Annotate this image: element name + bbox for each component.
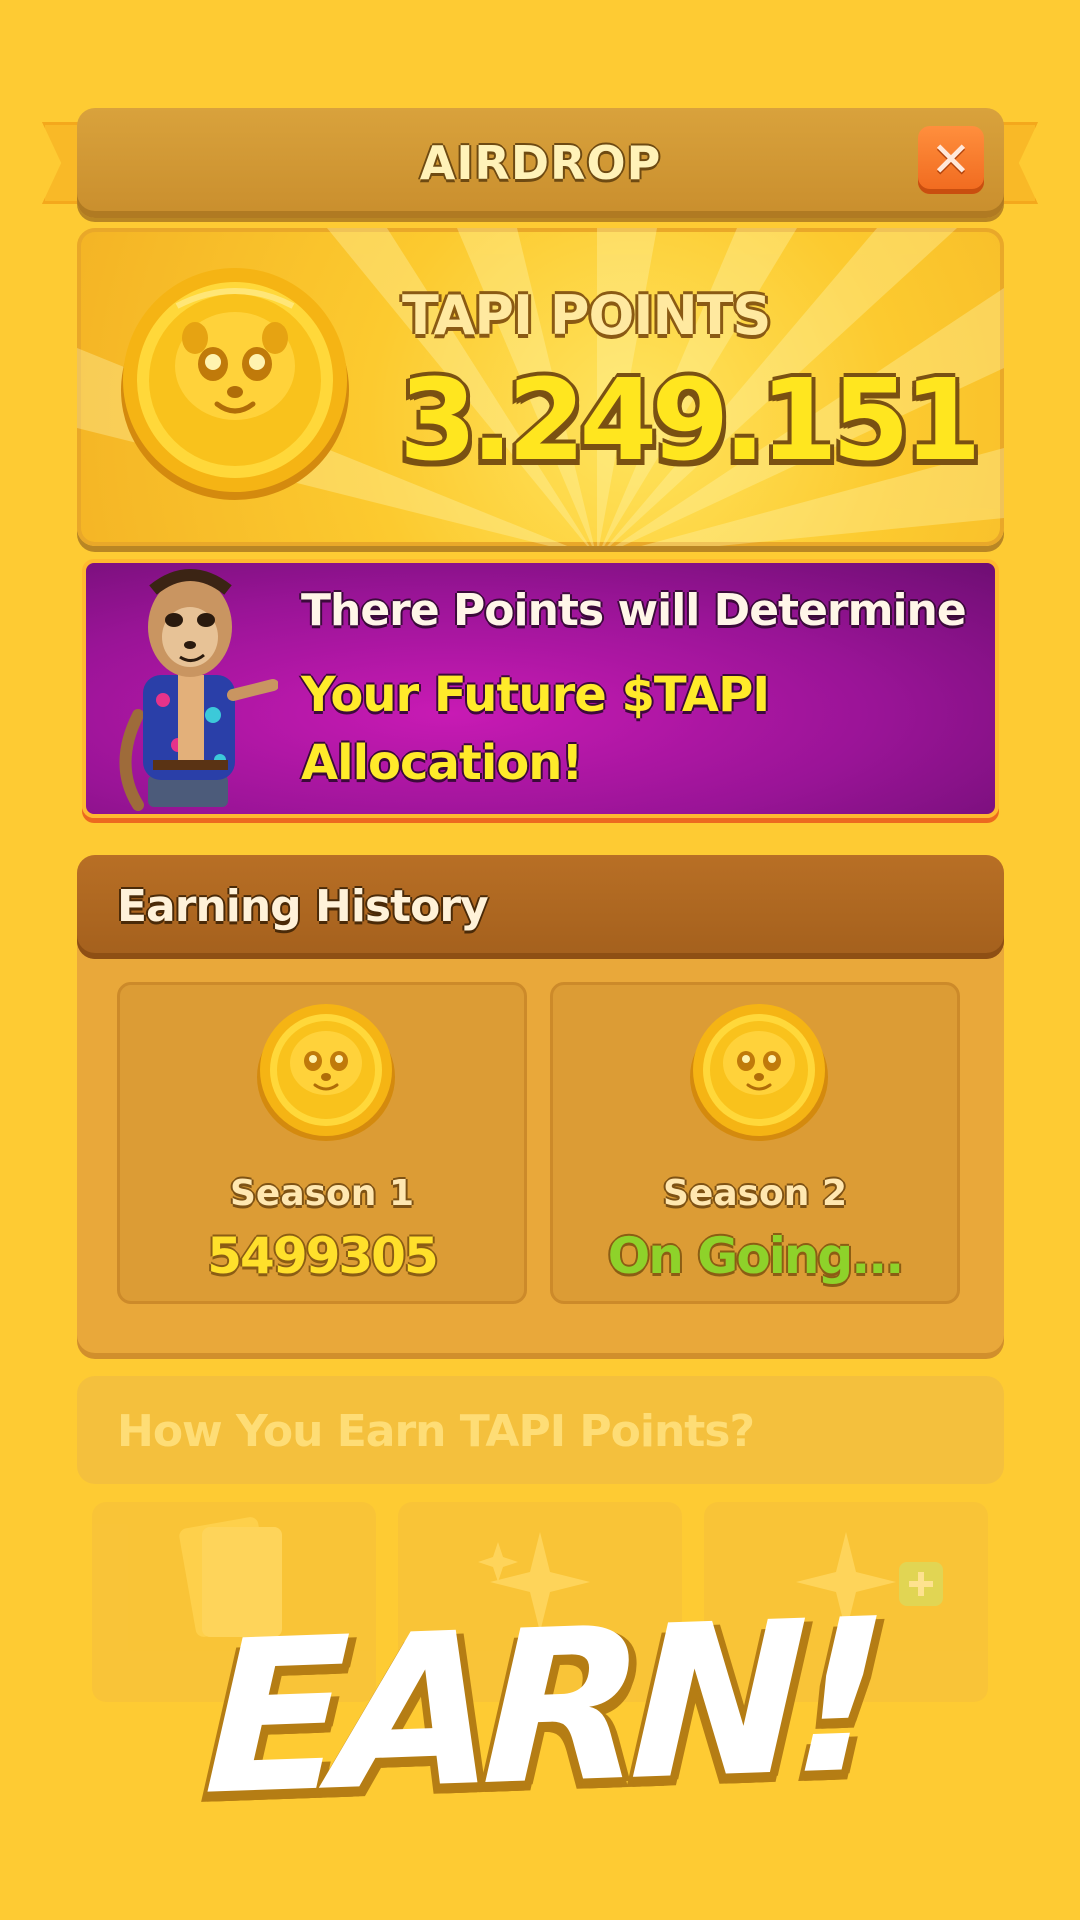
earning-history-title: Earning History — [117, 881, 489, 932]
season-name: Season 1 — [229, 1173, 414, 1214]
how-to-earn-title: How You Earn TAPI Points? — [117, 1406, 755, 1457]
close-button[interactable]: ✕ — [918, 126, 984, 194]
airdrop-header: AIRDROP ✕ — [77, 108, 1004, 218]
earning-history-panel: Earning History Season 1 5499305 Season … — [77, 855, 1004, 1353]
meerkat-coin-icon — [257, 1004, 395, 1141]
tapi-points-label: TAPI POINTS — [402, 284, 771, 347]
allocation-promo-banner: There Points will Determine Your Future … — [82, 559, 999, 818]
meerkat-character — [119, 569, 278, 811]
meerkat-coin-icon — [121, 268, 349, 500]
close-x-icon: ✕ — [930, 132, 972, 188]
tapi-points-value: 3.249.151 — [399, 356, 982, 486]
season-1-card[interactable]: Season 1 5499305 — [117, 982, 527, 1304]
how-to-earn-header: How You Earn TAPI Points? — [77, 1376, 1004, 1484]
tapi-points-card: TAPI POINTS 3.249.151 — [77, 228, 1004, 546]
season-2-card[interactable]: Season 2 On Going... — [550, 982, 960, 1304]
earn-banner-text: EARN! — [201, 1573, 879, 1842]
earning-history-header: Earning History — [77, 855, 1004, 959]
season-status-value: On Going... — [607, 1227, 904, 1285]
promo-headline: There Points will Determine — [301, 585, 967, 636]
page-title: AIRDROP — [419, 136, 662, 190]
meerkat-coin-icon — [690, 1004, 828, 1141]
season-name: Season 2 — [662, 1173, 847, 1214]
promo-subheadline: Your Future $TAPI Allocation! — [301, 667, 770, 791]
season-points-value: 5499305 — [207, 1227, 439, 1285]
